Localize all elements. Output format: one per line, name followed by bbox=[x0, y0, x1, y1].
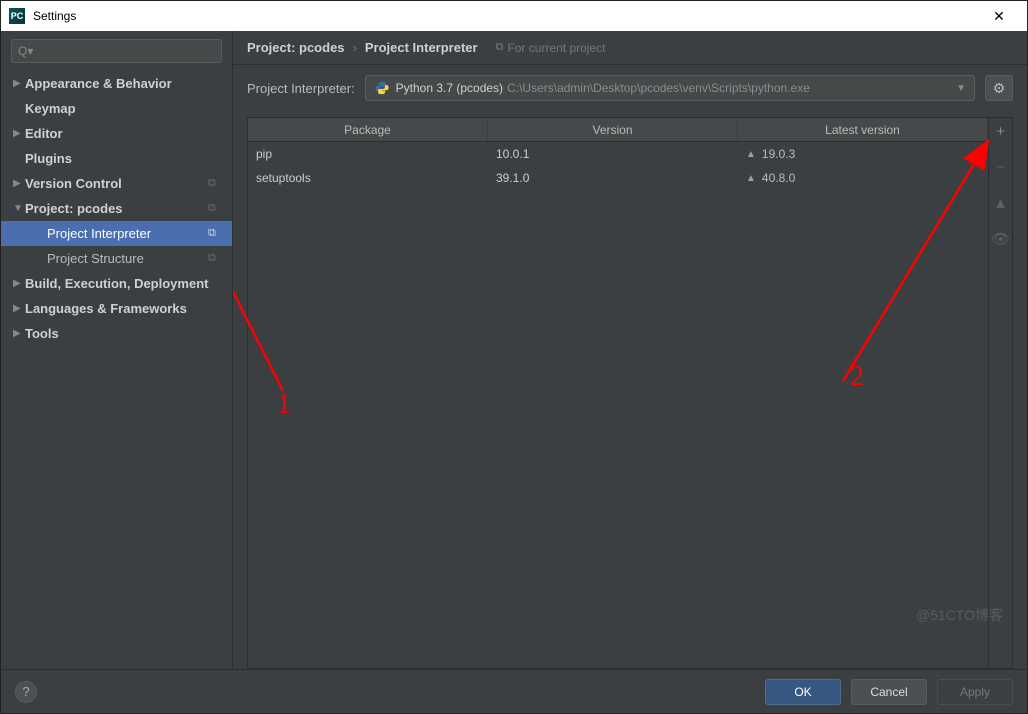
watermark: @51CTO博客 bbox=[916, 605, 1003, 625]
breadcrumb-sep-icon: › bbox=[353, 40, 357, 55]
sidebar-item-build-execution-deployment[interactable]: ▶Build, Execution, Deployment bbox=[1, 271, 232, 296]
sidebar-item-project-structure[interactable]: Project Structure⧉ bbox=[1, 246, 232, 271]
table-row[interactable]: pip10.0.1▲19.0.3 bbox=[248, 142, 988, 166]
cancel-button[interactable]: Cancel bbox=[851, 679, 927, 705]
apply-button[interactable]: Apply bbox=[937, 679, 1013, 705]
copy-icon: ⧉ bbox=[208, 252, 226, 265]
cell-package: pip bbox=[248, 147, 488, 161]
cell-version: 39.1.0 bbox=[488, 171, 738, 185]
packages-table: Package Version Latest version pip10.0.1… bbox=[248, 118, 988, 668]
dialog-footer: ? OK Cancel Apply bbox=[1, 669, 1027, 713]
sidebar-item-keymap[interactable]: Keymap bbox=[1, 96, 232, 121]
settings-search-input[interactable]: Q▾ bbox=[11, 39, 222, 63]
sidebar-item-label: Tools bbox=[25, 326, 232, 341]
sidebar-item-label: Project Structure bbox=[47, 251, 208, 266]
search-icon: Q▾ bbox=[18, 44, 33, 58]
show-early-release-button[interactable]: 👁 bbox=[992, 230, 1010, 248]
interpreter-name: Python 3.7 (pcodes) bbox=[396, 81, 503, 95]
window-title: Settings bbox=[33, 9, 76, 23]
tree-arrow-icon: ▶ bbox=[13, 303, 25, 314]
remove-package-button[interactable]: − bbox=[992, 158, 1010, 176]
sidebar-item-label: Plugins bbox=[25, 151, 232, 166]
app-logo-icon: PC bbox=[9, 8, 25, 24]
sidebar-item-appearance-behavior[interactable]: ▶Appearance & Behavior bbox=[1, 71, 232, 96]
settings-tree: ▶Appearance & BehaviorKeymap▶EditorPlugi… bbox=[1, 71, 232, 669]
tree-arrow-icon: ▶ bbox=[13, 328, 25, 339]
interpreter-select[interactable]: Python 3.7 (pcodes) C:\Users\admin\Deskt… bbox=[365, 75, 975, 101]
sidebar-item-label: Project: pcodes bbox=[25, 201, 208, 216]
sidebar-item-version-control[interactable]: ▶Version Control⧉ bbox=[1, 171, 232, 196]
tree-arrow-icon: ▶ bbox=[13, 78, 25, 89]
sidebar-item-label: Editor bbox=[25, 126, 232, 141]
sidebar-item-label: Keymap bbox=[25, 101, 232, 116]
sidebar-item-editor[interactable]: ▶Editor bbox=[1, 121, 232, 146]
tree-arrow-icon: ▶ bbox=[13, 178, 25, 189]
sidebar-item-project-pcodes[interactable]: ▼Project: pcodes⧉ bbox=[1, 196, 232, 221]
sidebar-item-label: Project Interpreter bbox=[47, 226, 208, 241]
sidebar-item-tools[interactable]: ▶Tools bbox=[1, 321, 232, 346]
gear-icon: ⚙ bbox=[993, 80, 1006, 97]
cell-version: 10.0.1 bbox=[488, 147, 738, 161]
upgrade-available-icon: ▲ bbox=[746, 173, 756, 184]
titlebar: PC Settings ✕ bbox=[1, 1, 1027, 31]
tree-arrow-icon: ▶ bbox=[13, 128, 25, 139]
breadcrumb-page: Project Interpreter bbox=[365, 40, 478, 55]
interpreter-path: C:\Users\admin\Desktop\pcodes\venv\Scrip… bbox=[507, 81, 810, 95]
interpreter-label: Project Interpreter: bbox=[247, 81, 355, 96]
breadcrumb-project: Project: pcodes bbox=[247, 40, 345, 55]
ok-button[interactable]: OK bbox=[765, 679, 841, 705]
sidebar-item-plugins[interactable]: Plugins bbox=[1, 146, 232, 171]
for-current-project-label: ⧉ For current project bbox=[496, 41, 606, 55]
column-header-latest[interactable]: Latest version bbox=[738, 118, 988, 141]
copy-icon: ⧉ bbox=[496, 41, 504, 54]
tree-arrow-icon: ▼ bbox=[13, 203, 25, 214]
interpreter-settings-button[interactable]: ⚙ bbox=[985, 75, 1013, 101]
sidebar-item-label: Languages & Frameworks bbox=[25, 301, 232, 316]
sidebar-item-languages-frameworks[interactable]: ▶Languages & Frameworks bbox=[1, 296, 232, 321]
upgrade-package-button[interactable]: ▲ bbox=[992, 194, 1010, 212]
python-icon bbox=[374, 80, 390, 96]
table-row[interactable]: setuptools39.1.0▲40.8.0 bbox=[248, 166, 988, 190]
column-header-version[interactable]: Version bbox=[488, 118, 738, 141]
settings-main: Project: pcodes › Project Interpreter ⧉ … bbox=[233, 31, 1027, 669]
sidebar-item-label: Build, Execution, Deployment bbox=[25, 276, 232, 291]
chevron-down-icon: ▼ bbox=[956, 83, 966, 94]
tree-arrow-icon: ▶ bbox=[13, 278, 25, 289]
help-button[interactable]: ? bbox=[15, 681, 37, 703]
cell-latest: ▲19.0.3 bbox=[738, 147, 988, 161]
sidebar-item-project-interpreter[interactable]: Project Interpreter⧉ bbox=[1, 221, 232, 246]
sidebar-item-label: Appearance & Behavior bbox=[25, 76, 232, 91]
sidebar-item-label: Version Control bbox=[25, 176, 208, 191]
cell-package: setuptools bbox=[248, 171, 488, 185]
copy-icon: ⧉ bbox=[208, 177, 226, 190]
package-actions: + − ▲ 👁 bbox=[988, 118, 1012, 668]
column-header-package[interactable]: Package bbox=[248, 118, 488, 141]
cell-latest: ▲40.8.0 bbox=[738, 171, 988, 185]
add-package-button[interactable]: + bbox=[992, 122, 1010, 140]
breadcrumb: Project: pcodes › Project Interpreter ⧉ … bbox=[233, 31, 1027, 65]
settings-sidebar: Q▾ ▶Appearance & BehaviorKeymap▶EditorPl… bbox=[1, 31, 233, 669]
copy-icon: ⧉ bbox=[208, 227, 226, 240]
copy-icon: ⧉ bbox=[208, 202, 226, 215]
upgrade-available-icon: ▲ bbox=[746, 149, 756, 160]
close-window-button[interactable]: ✕ bbox=[979, 1, 1019, 31]
